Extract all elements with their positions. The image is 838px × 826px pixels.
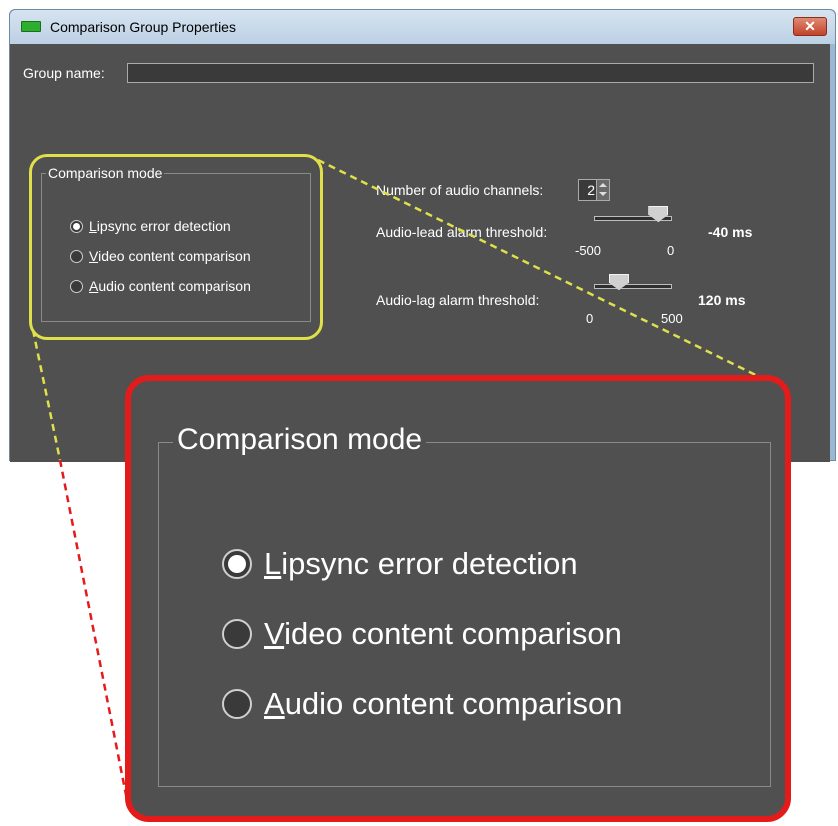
- callout-line-red: [58, 459, 129, 801]
- group-name-label: Group name:: [23, 65, 105, 81]
- zoom-comparison-mode-legend: Comparison mode: [173, 423, 427, 457]
- radio-label: Audio content comparison: [264, 686, 623, 721]
- audio-lead-slider-thumb[interactable]: [648, 206, 669, 222]
- radio-selected-icon: [222, 549, 252, 579]
- radio-label: Video content comparison: [264, 616, 622, 651]
- zoom-radio-video-content-comparison: Video content comparison: [222, 616, 622, 652]
- spinner-up-icon[interactable]: [599, 183, 607, 187]
- audio-lag-slider-thumb[interactable]: [608, 274, 629, 290]
- audio-lead-slider-track[interactable]: [594, 206, 672, 222]
- audio-lag-min-label: 0: [586, 311, 594, 326]
- audio-channels-value: 2: [587, 182, 595, 198]
- radio-unselected-icon: [222, 689, 252, 719]
- audio-lag-max-label: 500: [661, 311, 683, 326]
- highlight-outline: [29, 154, 323, 340]
- audio-lag-slider-track[interactable]: [594, 274, 672, 290]
- zoom-comparison-mode-group: Comparison mode Lipsync error detection …: [158, 423, 771, 787]
- app-icon: [21, 21, 41, 32]
- spinner-buttons[interactable]: [596, 180, 609, 200]
- close-button[interactable]: ✕: [793, 17, 827, 36]
- group-name-input[interactable]: [127, 63, 814, 83]
- radio-label: Lipsync error detection: [264, 546, 578, 581]
- window-title: Comparison Group Properties: [50, 19, 236, 35]
- audio-lead-max-label: 0: [667, 243, 675, 258]
- audio-channels-label: Number of audio channels:: [376, 182, 544, 198]
- audio-channels-spinner[interactable]: 2: [578, 179, 610, 201]
- audio-lead-value: -40 ms: [708, 224, 753, 240]
- zoom-radio-lipsync-error-detection: Lipsync error detection: [222, 546, 578, 582]
- zoom-inset: Comparison mode Lipsync error detection …: [125, 375, 791, 822]
- title-bar[interactable]: Comparison Group Properties ✕: [10, 10, 835, 44]
- audio-lag-label: Audio-lag alarm threshold:: [376, 292, 540, 308]
- audio-lead-label: Audio-lead alarm threshold:: [376, 224, 548, 240]
- zoom-radio-audio-content-comparison: Audio content comparison: [222, 686, 622, 722]
- audio-lag-value: 120 ms: [698, 292, 746, 308]
- spinner-down-icon[interactable]: [599, 192, 607, 196]
- audio-lead-min-label: -500: [575, 243, 602, 258]
- radio-unselected-icon: [222, 619, 252, 649]
